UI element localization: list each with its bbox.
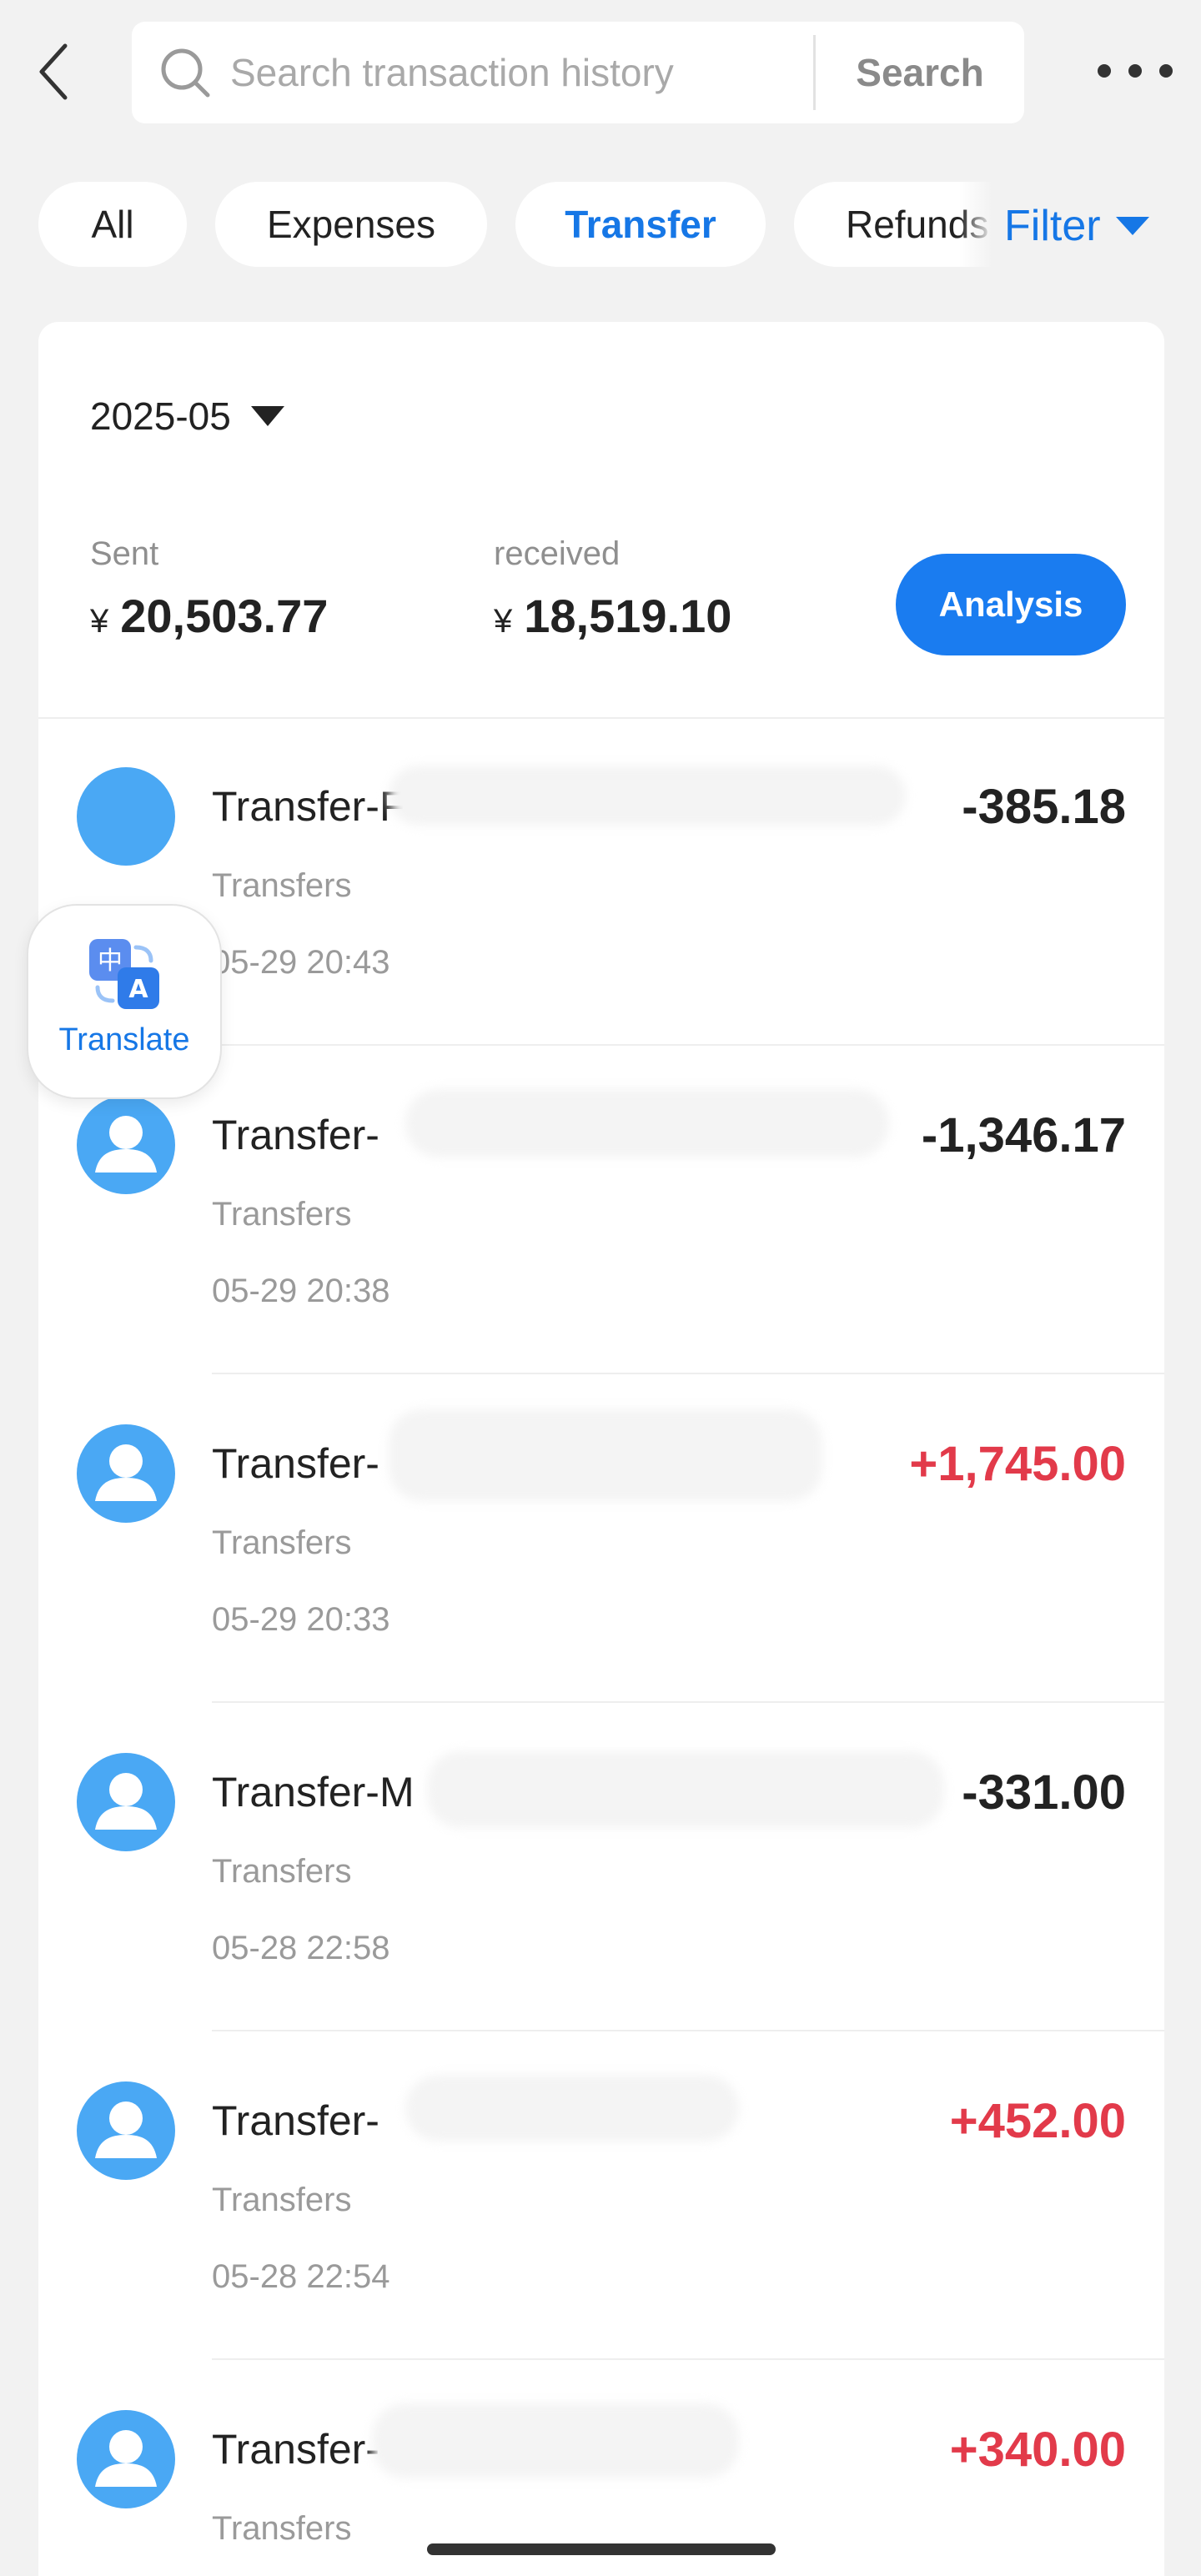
more-dot-icon — [1159, 64, 1173, 78]
transaction-row[interactable]: Transfer- -1,346.17 Transfers 05-29 20:3… — [38, 1047, 1164, 1374]
more-dot-icon — [1128, 64, 1142, 78]
sent-amount: ¥ 20,503.77 — [90, 589, 328, 643]
transaction-title: Transfer- — [212, 2426, 379, 2473]
transaction-time: 05-29 20:33 — [212, 1601, 390, 1638]
transaction-amount: -1,346.17 — [921, 1108, 1126, 1162]
search-button[interactable]: Search — [816, 50, 1024, 95]
transaction-category: Transfers — [212, 1196, 352, 1233]
transaction-title: Transfer- — [212, 2097, 379, 2144]
avatar-icon — [77, 2081, 175, 2180]
analysis-button[interactable]: Analysis — [896, 554, 1126, 655]
category-tabs: All Expenses Transfer Refunds — [38, 182, 997, 267]
redaction — [405, 1089, 889, 1157]
caret-down-icon — [250, 406, 284, 426]
transaction-row[interactable]: Transfer- +1,745.00 Transfers 05-29 20:3… — [38, 1376, 1164, 1703]
tab-transfer[interactable]: Transfer — [515, 182, 766, 267]
transaction-time: 05-29 20:43 — [212, 944, 390, 981]
divider — [212, 1701, 1164, 1703]
transaction-category: Transfers — [212, 2182, 352, 2218]
divider — [212, 2358, 1164, 2360]
chevron-left-icon — [39, 43, 68, 100]
transaction-time: 05-28 22:58 — [212, 1930, 390, 1966]
caret-down-icon — [1115, 217, 1149, 235]
transaction-category: Transfers — [212, 1524, 352, 1561]
translate-label: Translate — [58, 1022, 190, 1057]
received-label: received — [494, 535, 621, 572]
transaction-amount: +452.00 — [949, 2094, 1126, 2148]
filter-button[interactable]: Filter — [1004, 188, 1149, 264]
top-bar: Search — [0, 0, 1201, 150]
tab-expenses[interactable]: Expenses — [215, 182, 487, 267]
more-dot-icon — [1098, 64, 1111, 78]
redaction — [372, 2403, 739, 2478]
month-label: 2025-05 — [90, 394, 231, 438]
divider — [212, 2030, 1164, 2031]
transaction-category: Transfers — [212, 1853, 352, 1890]
transaction-amount: +340.00 — [949, 2423, 1126, 2477]
transaction-title: Transfer- — [212, 1112, 379, 1158]
transaction-amount: -385.18 — [962, 780, 1126, 834]
avatar-icon — [77, 767, 175, 866]
transaction-time: 05-29 20:38 — [212, 1273, 390, 1309]
transaction-card: 2025-05 Sent ¥ 20,503.77 received ¥ 18,5… — [38, 322, 1164, 2576]
transaction-category: Transfers — [212, 2510, 352, 2547]
avatar-icon — [77, 1096, 175, 1194]
transaction-category: Transfers — [212, 867, 352, 904]
month-picker[interactable]: 2025-05 — [90, 394, 284, 439]
search-icon — [158, 46, 212, 99]
currency-symbol: ¥ — [90, 603, 109, 640]
avatar-icon — [77, 1424, 175, 1523]
received-amount-value: 18,519.10 — [524, 590, 732, 642]
transaction-amount: -331.00 — [962, 1765, 1126, 1820]
svg-text:A: A — [128, 975, 148, 1004]
transaction-amount: +1,745.00 — [909, 1437, 1126, 1491]
more-options-button[interactable] — [1098, 50, 1173, 92]
search-bar: Search — [132, 22, 1024, 123]
search-input[interactable] — [230, 39, 813, 106]
currency-symbol: ¥ — [494, 603, 513, 640]
translate-button[interactable]: 中 A Translate — [27, 904, 222, 1099]
transaction-title: Transfer-M — [212, 1769, 415, 1815]
back-button[interactable] — [28, 38, 78, 105]
transaction-row[interactable]: Transfer- +452.00 Transfers 05-28 22:54 — [38, 2033, 1164, 2360]
transaction-time: 05-28 22:54 — [212, 2258, 390, 2295]
divider — [212, 1373, 1164, 1374]
avatar-icon — [77, 1753, 175, 1851]
tab-all[interactable]: All — [38, 182, 187, 267]
avatar-icon — [77, 2410, 175, 2508]
received-amount: ¥ 18,519.10 — [494, 589, 731, 643]
sent-amount-value: 20,503.77 — [120, 590, 329, 642]
transaction-title: Transfer- — [212, 1440, 379, 1487]
redaction — [389, 1409, 822, 1501]
transaction-title: Transfer-F — [212, 783, 405, 830]
transaction-row[interactable]: Transfer-M -331.00 Transfers 05-28 22:58 — [38, 1705, 1164, 2031]
translate-icon: 中 A — [89, 939, 159, 1009]
redaction — [389, 766, 906, 826]
redaction — [405, 2075, 739, 2142]
home-indicator[interactable] — [427, 2543, 776, 2555]
sent-label: Sent — [90, 535, 159, 572]
filter-label: Filter — [1004, 202, 1101, 250]
redaction — [427, 1751, 944, 1828]
